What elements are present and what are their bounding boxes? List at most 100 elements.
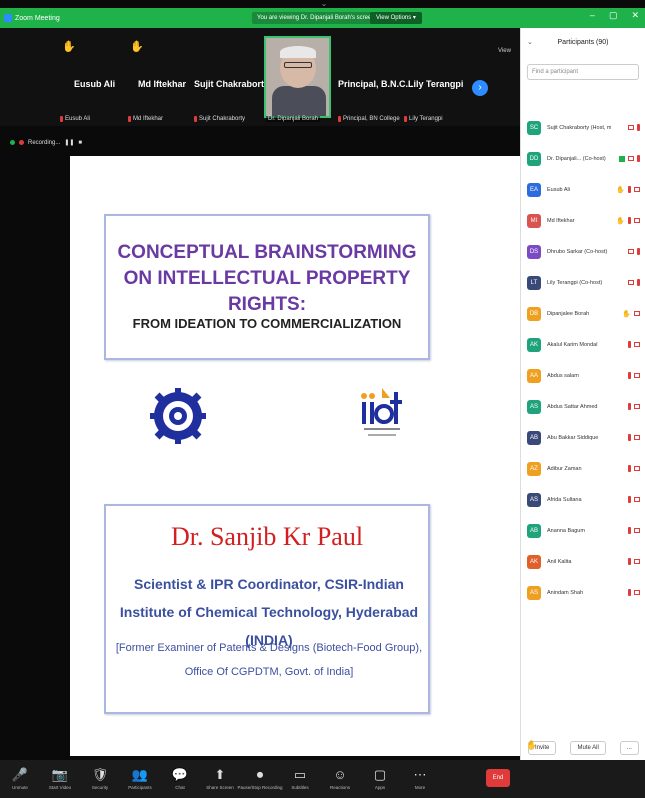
- tile-subname-text: Lily Terangpi: [409, 116, 443, 122]
- hand-raised-icon: ✋: [130, 41, 144, 53]
- tile-name: Lily Terangpi: [408, 79, 464, 89]
- video-off-icon: [628, 280, 634, 285]
- chat-icon: 💬: [171, 767, 189, 782]
- participant-name: Sujit Chakraborty (Host, me): [547, 124, 611, 131]
- minimize-icon[interactable]: –: [590, 10, 595, 21]
- pause-icon[interactable]: ❚❚: [64, 139, 74, 146]
- end-button[interactable]: End: [486, 769, 510, 787]
- participant-row[interactable]: AK Akalul Karim Mondal: [521, 329, 645, 360]
- participant-name: Anindam Shah: [547, 589, 584, 596]
- avatar: AA: [527, 368, 541, 383]
- avatar: MI: [527, 213, 541, 228]
- app-title: Zoom Meeting: [15, 14, 60, 22]
- gallery-view-toggle[interactable]: View: [498, 48, 511, 54]
- participant-row[interactable]: LT Lily Terangpi (Co-host): [521, 267, 645, 298]
- participant-name: Anil Kalita: [547, 558, 572, 565]
- participant-row[interactable]: DB Dipanjalee Borah ✋: [521, 298, 645, 329]
- share-screen-icon: [619, 155, 625, 162]
- recording-icon: ⏺: [256, 767, 264, 782]
- more-button[interactable]: ⋯ More: [400, 760, 440, 798]
- csir-logo-icon: [150, 388, 206, 444]
- mute-all-button[interactable]: Mute All: [570, 741, 606, 755]
- chevron-right-icon[interactable]: ›: [472, 80, 488, 96]
- participant-status-icons: ✋: [622, 310, 640, 318]
- recording-button[interactable]: ⏺ Pause/Stop Recording: [237, 760, 282, 798]
- participant-row[interactable]: AB Ananna Bagum: [521, 515, 645, 546]
- active-speaker-caption: Dr. Dipanjali Borah: [264, 36, 331, 122]
- recording-indicator: Recording... ❚❚ ■: [10, 139, 82, 146]
- toolbar-label: Reactions: [329, 785, 350, 790]
- toolbar-label: Subtitles: [291, 785, 309, 790]
- participant-name: Akalul Karim Mondal: [547, 341, 598, 348]
- participant-name: Abdus salam: [547, 372, 579, 379]
- participant-search-input[interactable]: Find a participant: [527, 64, 639, 80]
- participant-row[interactable]: AA Abdus salam: [521, 360, 645, 391]
- panel-header: ⌄ Participants (90): [521, 28, 645, 56]
- mic-muted-icon: [637, 124, 640, 131]
- participant-row[interactable]: EA Eusub Ali ✋: [521, 174, 645, 205]
- video-off-icon: [634, 342, 640, 347]
- start-video-icon: 📷: [51, 767, 69, 782]
- mic-muted-icon: [628, 589, 631, 596]
- tile-name: Sujit Chakraborty: [194, 79, 270, 89]
- mic-muted-icon: [628, 434, 631, 441]
- participant-row[interactable]: AS Abdus Sattar Ahmed: [521, 391, 645, 422]
- speaker-former-role: [Former Examiner of Patents & Designs (B…: [115, 642, 423, 678]
- avatar: AB: [527, 430, 541, 445]
- mic-muted-icon: [628, 465, 631, 472]
- security-button[interactable]: 🛡 Security: [80, 760, 120, 798]
- video-off-icon: [634, 373, 640, 378]
- share-screen-icon: ⬆: [214, 767, 226, 782]
- mic-muted-icon: [128, 116, 131, 122]
- toolbar-label: More: [414, 785, 426, 790]
- participant-row[interactable]: DS Dhrubo Sarkar (Co-host): [521, 236, 645, 267]
- hand-raised-icon: ✋: [526, 740, 538, 750]
- tile-subname-text: Sujit Chakraborty: [199, 116, 246, 122]
- more-icon: ⋯: [413, 767, 427, 782]
- participant-name: Abu Bakkar Siddique: [547, 434, 599, 441]
- participant-row[interactable]: AS Afrida Sultana: [521, 484, 645, 515]
- participant-row[interactable]: SC Sujit Chakraborty (Host, me): [521, 112, 645, 143]
- close-icon[interactable]: ✕: [631, 10, 639, 21]
- apps-button[interactable]: ▢ Apps: [360, 760, 400, 798]
- tile-subname: Principal, BN College: [338, 116, 400, 122]
- chevron-down-icon[interactable]: ⌄: [527, 38, 533, 46]
- viewing-screen-banner: You are viewing Dr. Dipanjali Borah's sc…: [252, 12, 380, 24]
- participants-button[interactable]: 👥 Participants: [120, 760, 160, 798]
- participant-row[interactable]: AZ Adibur Zaman: [521, 453, 645, 484]
- tile-subname: Eusub Ali: [60, 116, 90, 122]
- participant-name: Adibur Zaman: [547, 465, 582, 472]
- participant-row[interactable]: MI Md Iftekhar ✋: [521, 205, 645, 236]
- unmute-button[interactable]: 🎤 Unmute: [0, 760, 40, 798]
- tile-name: Eusub Ali: [74, 79, 116, 89]
- start-video-button[interactable]: 📷 Start Video: [40, 760, 80, 798]
- reactions-button[interactable]: ☺ Reactions: [320, 760, 360, 798]
- maximize-icon[interactable]: ▢: [609, 10, 618, 21]
- participant-row[interactable]: AS Anindam Shah: [521, 577, 645, 608]
- view-options-button[interactable]: View Options ▾: [370, 12, 422, 24]
- more-button[interactable]: ...: [619, 741, 639, 755]
- shield-icon: [10, 140, 15, 145]
- participant-row[interactable]: DD Dr. Dipanjali... (Co-host): [521, 143, 645, 174]
- avatar: AB: [527, 523, 541, 538]
- participant-row[interactable]: AB Abu Bakkar Siddique: [521, 422, 645, 453]
- stop-icon[interactable]: ■: [78, 140, 82, 146]
- mic-muted-icon: [628, 496, 631, 503]
- avatar: AS: [527, 399, 541, 414]
- video-off-icon: [634, 187, 640, 192]
- hand-raised-icon: ✋: [62, 41, 76, 53]
- participant-status-icons: [628, 496, 640, 503]
- share-screen-button[interactable]: ⬆ Share Screen: [200, 760, 240, 798]
- subtitles-button[interactable]: ▭ Subtitles: [280, 760, 320, 798]
- zoom-logo-icon: [4, 14, 12, 22]
- participant-name: Dhrubo Sarkar (Co-host): [547, 248, 608, 255]
- participant-status-icons: [628, 248, 640, 255]
- reactions-icon: ☺: [333, 767, 347, 782]
- participant-list: SC Sujit Chakraborty (Host, me) DD Dr. Dipa…: [521, 112, 645, 608]
- mic-muted-icon: [628, 558, 631, 565]
- mic-muted-icon: [637, 155, 640, 162]
- participant-row[interactable]: AK Anil Kalita: [521, 546, 645, 577]
- tile-subname-text: Dr. Dipanjali Borah: [268, 116, 319, 122]
- chat-button[interactable]: 💬 Chat: [160, 760, 200, 798]
- avatar: EA: [527, 182, 541, 197]
